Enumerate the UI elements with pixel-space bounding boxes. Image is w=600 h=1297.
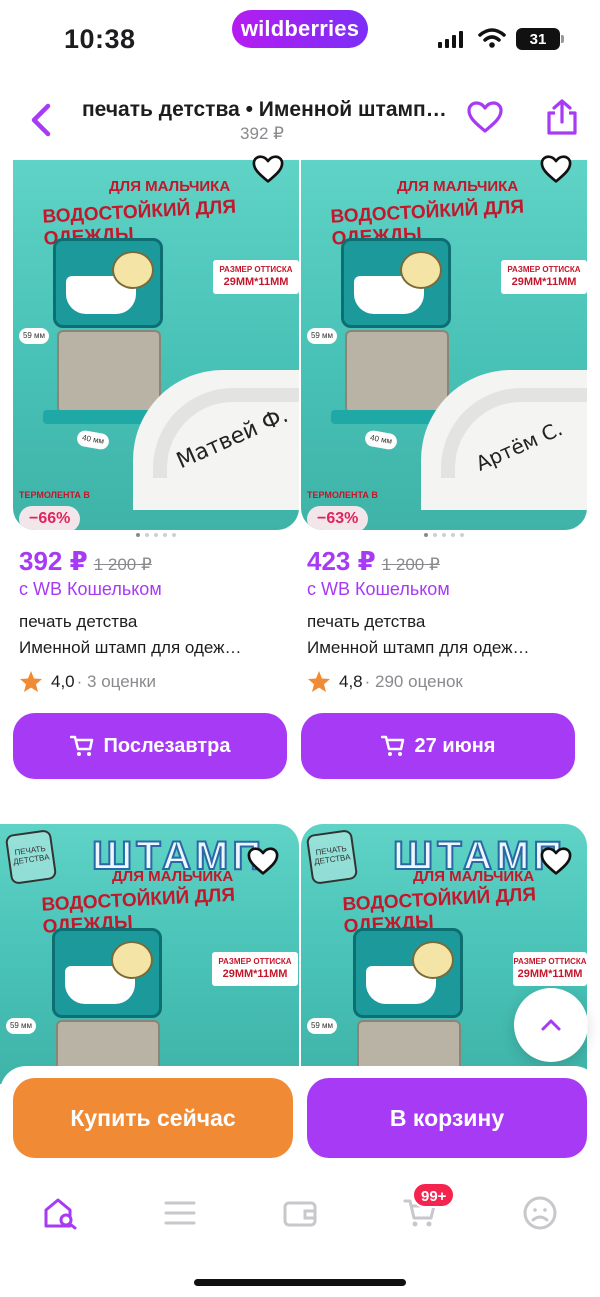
height-label: 59 мм — [6, 1018, 36, 1034]
discount-badge: −63% — [307, 506, 369, 530]
discount-badge: −66% — [19, 506, 81, 530]
cart-count-badge: 99+ — [412, 1182, 456, 1208]
brand-logo: ПЕЧАТЬ ДЕТСТВА — [305, 829, 359, 885]
height-label: 59 мм — [19, 328, 49, 344]
delivery-button[interactable]: Послезавтра — [13, 713, 287, 779]
imprint-size-box: РАЗМЕР ОТТИСКА 29MM*11MM — [213, 260, 299, 294]
brand-logo: ПЕЧАТЬ ДЕТСТВА — [4, 829, 58, 885]
product-price: 392 ₽1 200 ₽ — [19, 546, 152, 576]
wildberries-logo[interactable]: wildberries — [232, 10, 368, 48]
thermo-label: ТЕРМОЛЕНТА В — [307, 490, 378, 500]
battery-indicator: 31 — [516, 28, 564, 50]
heart-outline-icon[interactable] — [246, 846, 280, 876]
product-name: Именной штамп для одеж… — [19, 638, 242, 657]
tab-catalog[interactable] — [150, 1188, 210, 1238]
product-name: Именной штамп для одеж… — [307, 638, 530, 657]
bottom-tab-bar: 99+ — [0, 1166, 600, 1297]
imprint-size-box: РАЗМЕР ОТТИСКА 29MM*11MM — [501, 260, 587, 294]
seller-name: печать детства — [307, 612, 426, 631]
delivery-button[interactable]: 27 июня — [301, 713, 575, 779]
buy-now-button[interactable]: Купить сейчас — [13, 1078, 293, 1158]
wallet-note: с WB Кошельком — [19, 579, 162, 599]
cart-icon — [380, 735, 404, 756]
stamp-illustration — [52, 928, 162, 1018]
heart-outline-icon[interactable] — [539, 154, 573, 184]
imprint-size-box: РАЗМЕР ОТТИСКА 29MM*11MM — [513, 952, 587, 986]
imprint-size-box: РАЗМЕР ОТТИСКА 29MM*11MM — [212, 952, 298, 986]
stamp-illustration — [353, 928, 463, 1018]
wifi-icon — [478, 28, 506, 48]
old-price: 1 200 ₽ — [93, 555, 152, 574]
image-pager — [13, 533, 299, 539]
product-image[interactable]: ДЛЯ МАЛЬЧИКА ВОДОСТОЙКИЙ ДЛЯ ОДЕЖДЫ 59 м… — [13, 160, 299, 530]
purchase-bar: Купить сейчас В корзину — [0, 1066, 600, 1166]
stamp-illustration — [341, 238, 451, 328]
product-image[interactable]: ДЛЯ МАЛЬЧИКА ВОДОСТОЙКИЙ ДЛЯ ОДЕЖДЫ 59 м… — [301, 160, 587, 530]
profile-icon — [523, 1196, 557, 1230]
height-label: 59 мм — [307, 328, 337, 344]
product-rating: 4,8 · 290 оценок — [307, 670, 463, 693]
height-label: 59 мм — [307, 1018, 337, 1034]
heart-outline-icon[interactable] — [466, 100, 504, 134]
product-header: печать детства • Именной штамп для одежд… — [0, 88, 600, 158]
home-indicator — [194, 1279, 406, 1286]
star-icon — [20, 671, 42, 692]
share-icon[interactable] — [544, 98, 580, 136]
image-subtitle: ДЛЯ МАЛЬЧИКА — [109, 178, 231, 195]
width-label: 40 мм — [75, 429, 111, 451]
home-search-icon — [44, 1198, 77, 1230]
header-price: 392 ₽ — [240, 124, 284, 143]
heart-outline-icon[interactable] — [251, 154, 285, 184]
chevron-up-icon — [541, 1019, 561, 1031]
star-icon — [308, 671, 330, 692]
product-price: 423 ₽1 200 ₽ — [307, 546, 440, 576]
tab-profile[interactable] — [510, 1188, 570, 1238]
wallet-note: с WB Кошельком — [307, 579, 450, 599]
cart-icon — [69, 735, 93, 756]
image-subtitle: ДЛЯ МАЛЬЧИКА — [397, 178, 519, 195]
product-rating: 4,0 · 3 оценки — [19, 670, 156, 693]
status-time: 10:38 — [64, 24, 136, 54]
tab-home[interactable] — [30, 1188, 90, 1238]
status-bar: 10:38 wildberries 31 — [0, 0, 600, 80]
old-price: 1 200 ₽ — [381, 555, 440, 574]
width-label: 40 мм — [363, 429, 399, 451]
thermo-label: ТЕРМОЛЕНТА В — [19, 490, 90, 500]
add-to-cart-button[interactable]: В корзину — [307, 1078, 587, 1158]
seller-name: печать детства — [19, 612, 138, 631]
heart-outline-icon[interactable] — [539, 846, 573, 876]
image-subtitle: ДЛЯ МАЛЬЧИКА — [413, 868, 535, 885]
scroll-to-top-button[interactable] — [514, 988, 588, 1062]
wallet-icon — [283, 1201, 317, 1227]
image-subtitle: ДЛЯ МАЛЬЧИКА — [112, 868, 234, 885]
stamp-illustration — [53, 238, 163, 328]
image-pager — [301, 533, 587, 539]
tab-wallet[interactable] — [270, 1188, 330, 1238]
signal-icon — [438, 30, 463, 48]
page-title: печать детства • Именной штамп для одежд… — [82, 98, 452, 121]
catalog-menu-icon — [164, 1201, 196, 1225]
